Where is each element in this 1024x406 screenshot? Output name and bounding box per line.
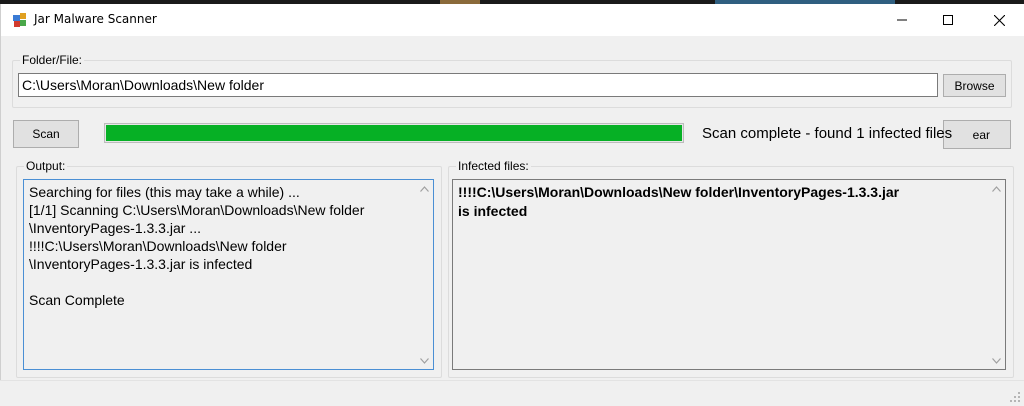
output-textbox[interactable]: Searching for files (this may take a whi… bbox=[23, 179, 434, 370]
scan-progress-bar bbox=[104, 123, 684, 143]
maximize-button[interactable] bbox=[925, 4, 971, 36]
jar-app-icon bbox=[12, 12, 28, 28]
browse-button[interactable]: Browse bbox=[943, 74, 1006, 97]
chevron-down-icon[interactable] bbox=[416, 352, 433, 369]
output-label: Output: bbox=[24, 159, 68, 173]
infected-scrollbar[interactable] bbox=[988, 180, 1005, 369]
infected-textbox[interactable]: !!!!C:\Users\Moran\Downloads\New folder\… bbox=[452, 179, 1006, 370]
infected-label: Infected files: bbox=[456, 159, 531, 173]
output-scrollbar[interactable] bbox=[416, 180, 433, 369]
chevron-up-icon[interactable] bbox=[416, 180, 433, 197]
infected-text: !!!!C:\Users\Moran\Downloads\New folder\… bbox=[458, 184, 900, 219]
maximize-icon bbox=[943, 15, 953, 25]
chevron-down-icon[interactable] bbox=[988, 352, 1005, 369]
status-bar bbox=[0, 380, 1024, 406]
close-icon bbox=[993, 14, 1005, 26]
window-title: Jar Malware Scanner bbox=[34, 12, 157, 26]
progress-fill bbox=[106, 125, 682, 141]
clear-button[interactable]: ear bbox=[943, 120, 1011, 149]
folder-path-input[interactable] bbox=[18, 73, 938, 97]
resize-grip-icon[interactable] bbox=[1009, 391, 1021, 403]
close-button[interactable] bbox=[976, 4, 1022, 36]
title-bar[interactable]: Jar Malware Scanner bbox=[1, 4, 1024, 36]
minimize-icon bbox=[897, 15, 907, 25]
output-text: Searching for files (this may take a whi… bbox=[29, 184, 365, 308]
chevron-up-icon[interactable] bbox=[988, 180, 1005, 197]
folder-label: Folder/File: bbox=[20, 53, 85, 67]
minimize-button[interactable] bbox=[879, 4, 925, 36]
scan-status-text: Scan complete - found 1 infected files bbox=[702, 125, 953, 142]
scan-button[interactable]: Scan bbox=[13, 120, 79, 148]
